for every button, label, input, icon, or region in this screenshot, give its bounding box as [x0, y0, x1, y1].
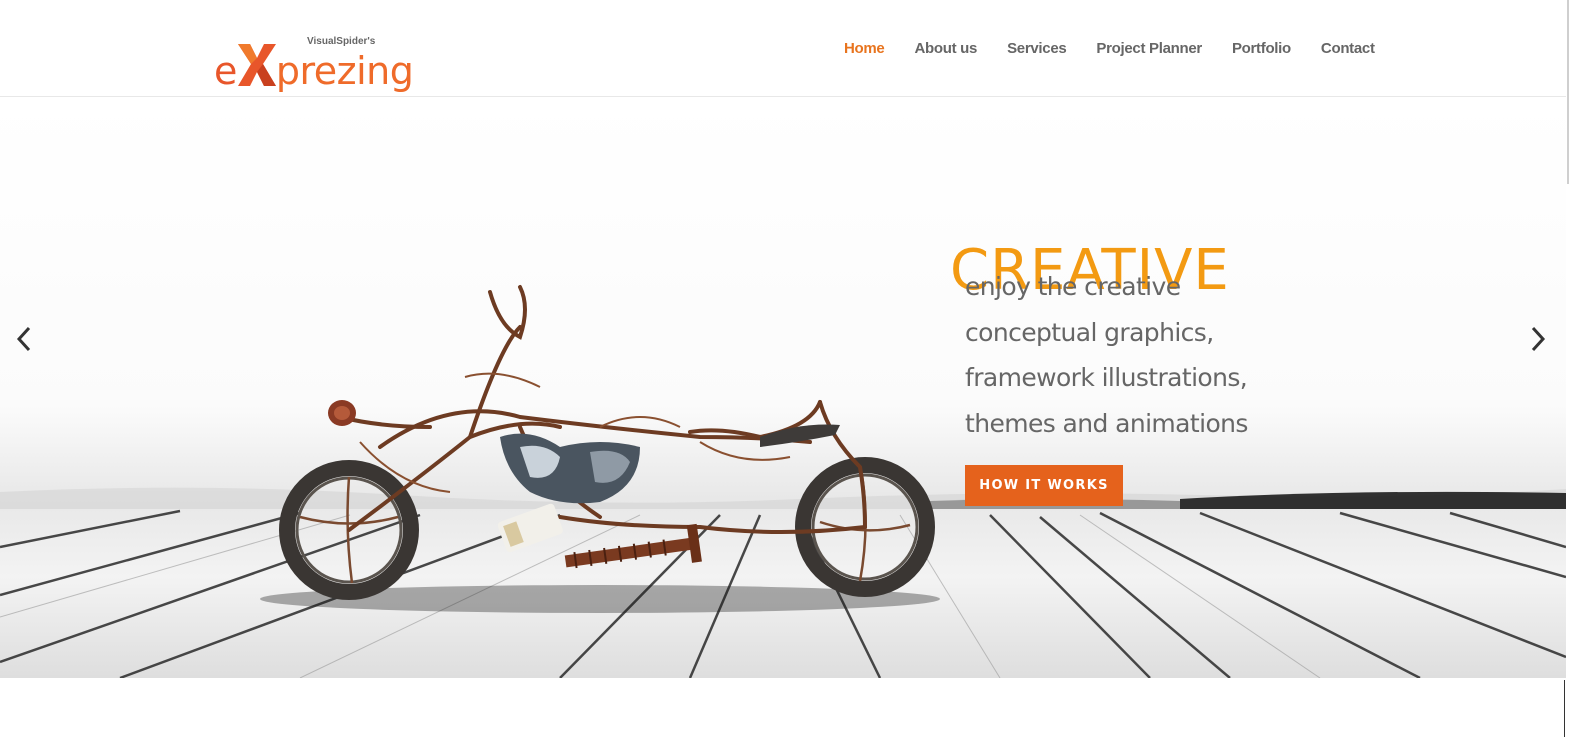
scrollbar-thumb[interactable]: [1567, 0, 1569, 184]
nav-item-about-us[interactable]: About us: [899, 40, 992, 57]
slide-description: enjoy the creative conceptual graphics, …: [965, 264, 1305, 446]
divider: [1564, 680, 1565, 737]
nav-item-home[interactable]: Home: [829, 40, 899, 57]
nav-item-portfolio[interactable]: Portfolio: [1217, 40, 1306, 57]
chevron-left-icon: [16, 326, 31, 352]
slide-line: themes and animations: [965, 408, 1248, 438]
nav-item-services[interactable]: Services: [992, 40, 1081, 57]
nav-item-contact[interactable]: Contact: [1306, 40, 1390, 57]
site-header: VisualSpider's e prezing Home About us S…: [0, 0, 1566, 97]
how-it-works-button[interactable]: HOW IT WORKS: [965, 465, 1123, 506]
page-scrollbar[interactable]: [1566, 0, 1583, 737]
site-logo[interactable]: VisualSpider's e prezing: [214, 36, 454, 92]
hero-slider: CREATIVE enjoy the creative conceptual g…: [0, 97, 1566, 678]
main-nav: Home About us Services Project Planner P…: [829, 40, 1390, 57]
logo-prefix: e: [214, 49, 237, 93]
slider-next-button[interactable]: [1526, 325, 1550, 353]
logo-wordmark: e prezing: [214, 38, 414, 93]
slide-line: enjoy the creative: [965, 272, 1181, 301]
slide-background-image: [0, 97, 1566, 678]
slide-line: conceptual graphics,: [965, 317, 1214, 347]
slide-line: framework illustrations,: [965, 363, 1248, 392]
chevron-right-icon: [1531, 326, 1546, 352]
nav-item-project-planner[interactable]: Project Planner: [1081, 40, 1217, 57]
x-logo-icon: [236, 38, 278, 90]
logo-suffix: prezing: [275, 49, 414, 93]
slider-prev-button[interactable]: [12, 325, 36, 353]
